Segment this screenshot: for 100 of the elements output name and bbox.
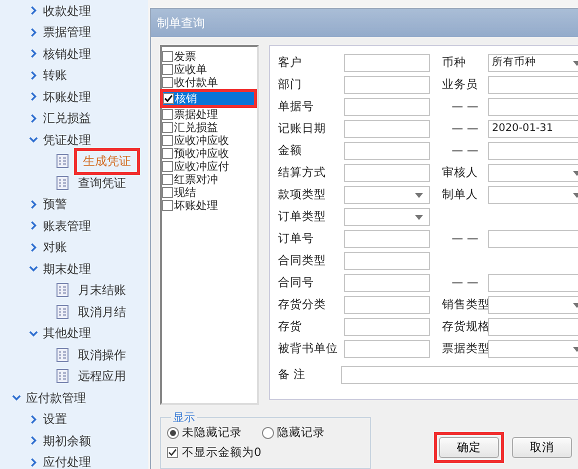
type-item[interactable]: 汇兑损益 (162, 121, 257, 134)
dropdown-caret-icon[interactable] (415, 214, 423, 220)
option-label[interactable]: 隐藏记录 (277, 424, 325, 442)
tree-item[interactable]: 取消月结 (74, 302, 130, 322)
dropdown-field[interactable]: 所有币种 (488, 54, 578, 72)
checkbox[interactable] (162, 77, 173, 88)
checkbox[interactable] (162, 109, 173, 120)
checkbox[interactable] (162, 64, 173, 75)
checkbox[interactable] (162, 148, 173, 159)
dropdown-field[interactable] (344, 186, 430, 204)
checkbox[interactable] (163, 93, 174, 104)
input-field[interactable] (344, 98, 430, 116)
tree-item[interactable]: 汇兑损益 (43, 109, 91, 128)
tree-item[interactable]: 月末结账 (74, 280, 130, 300)
checkbox[interactable] (162, 200, 173, 211)
checkbox[interactable] (162, 51, 173, 62)
type-item[interactable]: 核销 (163, 92, 254, 105)
chevron-right-icon[interactable] (29, 114, 38, 123)
field-label: 制单人 (442, 186, 479, 204)
input-field[interactable] (344, 142, 430, 160)
radio-button[interactable] (262, 426, 274, 439)
chevron-right-icon[interactable] (29, 458, 38, 467)
input-field[interactable] (344, 252, 430, 270)
chevron-right-icon[interactable] (29, 414, 38, 424)
chevron-right-icon[interactable] (29, 436, 38, 446)
input-field[interactable] (344, 274, 430, 292)
tree-item[interactable]: 远程应用 (74, 366, 130, 386)
tree-item[interactable]: 期末处理 (43, 260, 91, 278)
checkbox[interactable] (167, 447, 178, 458)
type-item[interactable]: 现结 (162, 186, 257, 199)
option-label[interactable]: 未隐藏记录 (182, 424, 242, 442)
chevron-right-icon[interactable] (29, 242, 38, 252)
chevron-right-icon[interactable] (29, 49, 38, 58)
dropdown-field[interactable] (488, 296, 578, 314)
input-field[interactable] (344, 318, 430, 336)
chevron-down-icon[interactable] (29, 264, 38, 274)
type-item[interactable]: 红票对冲 (162, 173, 257, 186)
input-field[interactable] (344, 76, 430, 94)
tree-item[interactable]: 期初余额 (43, 432, 91, 450)
chevron-right-icon[interactable] (29, 70, 38, 80)
input-field[interactable] (488, 230, 578, 248)
tree-item[interactable]: 查询凭证 (74, 173, 130, 192)
type-item[interactable]: 收付款单 (162, 76, 257, 89)
tree-item[interactable]: 转账 (43, 66, 67, 84)
type-item[interactable]: 应收单 (162, 63, 257, 76)
input-field[interactable] (488, 76, 578, 94)
tree-item[interactable]: 设置 (43, 410, 67, 428)
checkbox[interactable] (162, 187, 173, 198)
checkbox-label[interactable]: 不显示金额为0 (182, 444, 262, 462)
dropdown-field[interactable] (488, 186, 578, 204)
tree-item[interactable]: 应付处理 (43, 453, 91, 469)
checkbox[interactable] (162, 161, 173, 172)
chevron-down-icon[interactable] (29, 328, 38, 338)
tree-item[interactable]: 取消操作 (74, 345, 130, 364)
input-field[interactable] (344, 54, 430, 72)
chevron-down-icon[interactable] (29, 135, 38, 144)
radio-button[interactable] (167, 426, 179, 439)
input-field[interactable] (344, 296, 430, 314)
tree-item[interactable]: 应付款管理 (26, 388, 86, 407)
type-item[interactable]: 发票 (162, 50, 257, 63)
cancel-button[interactable]: 取消 (512, 437, 572, 458)
tree-item[interactable]: 预警 (43, 195, 67, 214)
input-field[interactable] (488, 98, 578, 116)
dropdown-field[interactable] (488, 340, 578, 358)
dropdown-field[interactable] (488, 164, 578, 182)
tree-item[interactable]: 收款处理 (43, 2, 91, 20)
input-field[interactable]: 2020-01-31 (488, 120, 578, 138)
input-field[interactable] (344, 164, 430, 182)
tree-item[interactable]: 坏账处理 (43, 88, 91, 106)
chevron-down-icon[interactable] (12, 393, 21, 402)
tree-item[interactable]: 对账 (43, 238, 67, 256)
type-item[interactable]: 预收冲应收 (162, 147, 257, 160)
checkbox[interactable] (162, 135, 173, 146)
input-field[interactable] (488, 274, 578, 292)
dropdown-caret-icon[interactable] (415, 192, 423, 198)
chevron-right-icon[interactable] (29, 92, 38, 102)
chevron-right-icon[interactable] (29, 221, 38, 230)
tree-item[interactable]: 票据管理 (43, 23, 91, 42)
input-field[interactable] (344, 120, 430, 138)
dropdown-field[interactable] (344, 208, 430, 226)
type-item[interactable]: 票据处理 (162, 108, 257, 121)
input-field[interactable] (488, 318, 578, 336)
confirm-button[interactable]: 确定 (439, 437, 499, 458)
chevron-right-icon[interactable] (29, 6, 38, 16)
field-label: — — (450, 120, 480, 138)
tree-item[interactable]: 其他处理 (43, 324, 91, 342)
input-field[interactable] (488, 142, 578, 160)
chevron-right-icon[interactable] (29, 200, 38, 209)
remark-field[interactable] (340, 366, 578, 384)
input-field[interactable] (344, 340, 430, 358)
type-item[interactable]: 应收冲应收 (162, 134, 257, 147)
tree-item[interactable]: 凭证处理 (43, 130, 91, 149)
tree-item[interactable]: 账表管理 (43, 216, 91, 235)
chevron-right-icon[interactable] (29, 28, 38, 37)
checkbox[interactable] (162, 174, 173, 185)
type-item[interactable]: 坏账处理 (162, 199, 257, 212)
input-field[interactable] (344, 230, 430, 248)
checkbox[interactable] (162, 122, 173, 133)
type-item[interactable]: 应收冲应付 (162, 160, 257, 173)
tree-item[interactable]: 核销处理 (43, 44, 91, 63)
